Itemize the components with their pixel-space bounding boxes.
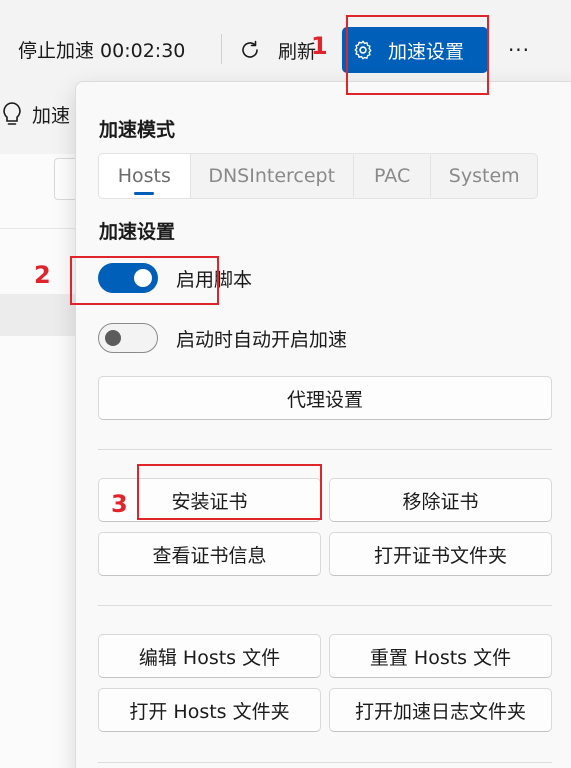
hint-row: 加速 bbox=[0, 100, 70, 128]
annotation-number-2: 2 bbox=[34, 261, 51, 289]
reset-hosts-file-button[interactable]: 重置 Hosts 文件 bbox=[329, 634, 552, 678]
lightbulb-icon bbox=[3, 102, 21, 125]
stop-acceleration-button[interactable]: 停止加速 00:02:30 bbox=[18, 36, 185, 63]
mode-section-title: 加速模式 bbox=[99, 119, 176, 141]
annotation-box-2 bbox=[70, 256, 219, 305]
mode-segmented-control: Hosts DNSIntercept PAC System bbox=[98, 153, 538, 199]
section-divider bbox=[98, 449, 552, 450]
auto-start-row: 启动时自动开启加速 bbox=[98, 321, 347, 355]
mode-tab-label: DNSIntercept bbox=[208, 165, 336, 187]
mode-tab-dnsintercept[interactable]: DNSIntercept bbox=[191, 154, 354, 198]
auto-start-toggle[interactable] bbox=[98, 323, 158, 353]
acceleration-settings-flyout: 加速模式 Hosts DNSIntercept PAC System 加速设置 … bbox=[75, 81, 571, 768]
toggle-knob bbox=[105, 330, 121, 346]
settings-section-title: 加速设置 bbox=[99, 221, 176, 243]
mode-tab-hosts[interactable]: Hosts bbox=[99, 154, 191, 198]
background-selected-row bbox=[0, 294, 76, 336]
open-hosts-folder-button[interactable]: 打开 Hosts 文件夹 bbox=[98, 688, 321, 732]
annotation-box-3 bbox=[137, 464, 322, 520]
toolbar-divider bbox=[221, 34, 222, 64]
more-options-button[interactable]: ··· bbox=[505, 36, 533, 64]
open-log-folder-button[interactable]: 打开加速日志文件夹 bbox=[329, 688, 552, 732]
mode-tab-system[interactable]: System bbox=[431, 154, 537, 198]
edit-hosts-file-button[interactable]: 编辑 Hosts 文件 bbox=[98, 634, 321, 678]
app-window: 加速 停止加速 00:02:30 刷新 加速设置 ··· 加速模式 Hosts … bbox=[0, 0, 571, 768]
mode-tab-pac[interactable]: PAC bbox=[354, 154, 432, 198]
mode-tab-label: System bbox=[448, 165, 520, 187]
section-divider bbox=[98, 762, 552, 763]
refresh-icon bbox=[242, 40, 258, 58]
hint-label: 加速 bbox=[32, 104, 71, 127]
open-certificate-folder-button[interactable]: 打开证书文件夹 bbox=[329, 532, 552, 576]
auto-start-label: 启动时自动开启加速 bbox=[176, 328, 348, 351]
annotation-box-1 bbox=[346, 15, 489, 95]
annotation-number-3: 3 bbox=[111, 490, 128, 518]
background-divider bbox=[0, 228, 76, 229]
refresh-button[interactable]: 刷新 bbox=[238, 30, 316, 70]
annotation-number-1: 1 bbox=[311, 32, 328, 60]
background-content-panel bbox=[0, 154, 76, 768]
remove-certificate-button[interactable]: 移除证书 bbox=[329, 478, 552, 522]
section-divider bbox=[98, 605, 552, 606]
view-certificate-info-button[interactable]: 查看证书信息 bbox=[98, 532, 321, 576]
mode-tab-label: PAC bbox=[374, 165, 411, 187]
selected-indicator bbox=[134, 192, 155, 195]
mode-tab-label: Hosts bbox=[117, 165, 171, 187]
proxy-settings-button[interactable]: 代理设置 bbox=[98, 376, 552, 420]
